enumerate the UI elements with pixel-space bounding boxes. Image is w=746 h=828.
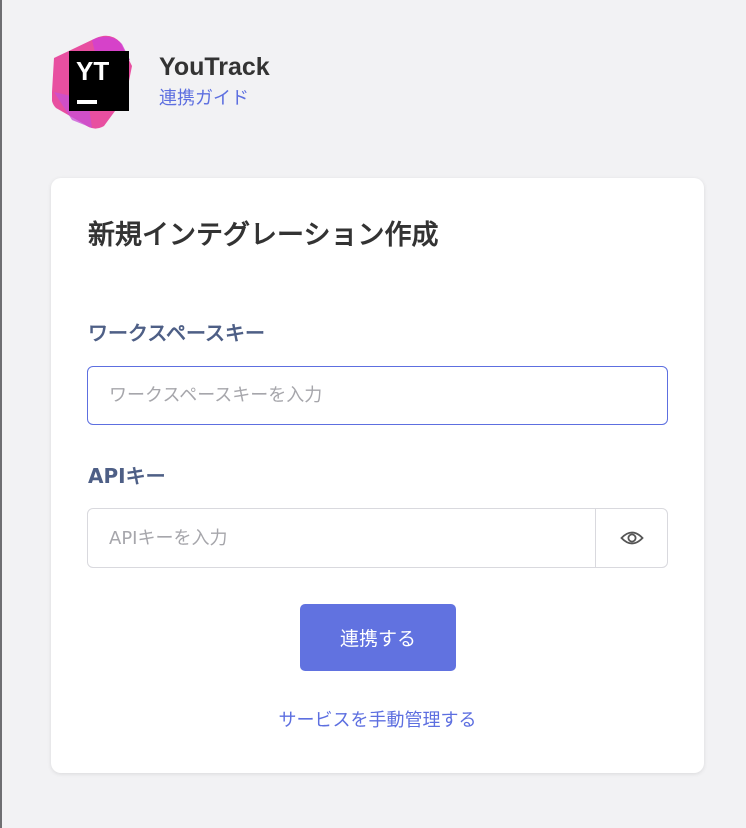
workspace-key-input[interactable]: [87, 366, 668, 425]
form-title: 新規インテグレーション作成: [88, 220, 439, 251]
integration-form-card: 新規インテグレーション作成 ワークスペースキー APIキー 連携する サービスを…: [51, 178, 704, 773]
api-key-input[interactable]: [88, 509, 595, 567]
integration-guide-link[interactable]: 連携ガイド: [159, 87, 249, 111]
brand-name: YouTrack: [159, 53, 270, 81]
window-left-border: [0, 0, 2, 828]
api-key-label: APIキー: [88, 464, 166, 488]
manual-manage-link[interactable]: サービスを手動管理する: [51, 708, 704, 734]
youtrack-logo: YT: [52, 35, 132, 129]
connect-button[interactable]: 連携する: [300, 604, 456, 671]
workspace-key-label: ワークスペースキー: [88, 321, 265, 345]
app-header: YT YouTrack 連携ガイド: [52, 34, 452, 134]
eye-icon: [620, 531, 644, 545]
api-key-input-group: [87, 508, 668, 568]
logo-text: YT: [76, 56, 109, 86]
toggle-visibility-button[interactable]: [595, 509, 667, 567]
